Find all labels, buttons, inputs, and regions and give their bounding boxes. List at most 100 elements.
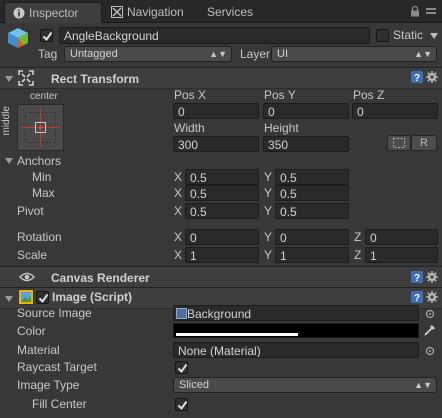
navigation-icon <box>111 4 123 18</box>
help-icon[interactable]: ? <box>411 71 423 86</box>
tag-value: Untagged <box>70 48 118 60</box>
height-field[interactable]: 350 <box>263 136 349 152</box>
image-enabled-checkbox[interactable] <box>36 291 49 304</box>
image-type-dropdown[interactable]: Sliced ▲▼ <box>173 377 437 393</box>
rotation-y-label: Y <box>264 230 273 244</box>
active-checkbox[interactable] <box>40 29 53 42</box>
scale-z-label: Z <box>354 248 362 262</box>
color-field[interactable] <box>173 323 419 338</box>
foldout-arrow-icon[interactable] <box>5 76 13 82</box>
help-icon[interactable]: ? <box>411 291 423 306</box>
min-x-field[interactable]: 0.5 <box>185 169 259 185</box>
lock-icon[interactable] <box>410 5 420 20</box>
layer-dropdown[interactable]: UI ▲▼ <box>271 46 437 62</box>
rect-transform-icon <box>18 70 34 89</box>
scale-z-field[interactable]: 1 <box>365 247 438 263</box>
foldout-arrow-icon[interactable] <box>5 296 13 302</box>
min-x-label: X <box>174 170 183 184</box>
material-field[interactable]: None (Material) <box>173 342 419 358</box>
layer-value: UI <box>277 48 288 60</box>
max-y-field[interactable]: 0.5 <box>275 185 349 201</box>
rotation-x-field[interactable]: 0 <box>185 229 259 245</box>
color-label: Color <box>17 324 46 338</box>
chevron-down-icon: ▲▼ <box>414 380 432 390</box>
tab-services-label: Services <box>207 5 254 19</box>
width-field[interactable]: 300 <box>173 136 259 152</box>
eye-icon <box>19 271 35 286</box>
min-y-label: Y <box>264 170 273 184</box>
blueprint-mode-button[interactable] <box>387 135 411 151</box>
anchors-foldout-icon[interactable] <box>5 158 13 164</box>
pivot-x-field[interactable]: 0.5 <box>185 203 259 219</box>
scale-x-field[interactable]: 1 <box>185 247 259 263</box>
pivot-x-label: X <box>174 204 183 218</box>
scale-label: Scale <box>17 248 48 262</box>
svg-text:?: ? <box>414 73 420 83</box>
help-icon[interactable]: ? <box>411 271 423 286</box>
tab-inspector[interactable]: Inspector <box>4 2 102 23</box>
raycast-target-checkbox[interactable] <box>175 361 188 374</box>
tab-bar: Inspector Navigation Services <box>0 0 442 23</box>
object-name-input[interactable]: AngleBackground <box>59 27 370 44</box>
raw-edit-label: R <box>420 137 428 149</box>
layer-label: Layer <box>240 47 271 61</box>
rect-transform-title: Rect Transform <box>51 72 140 86</box>
image-type-label: Image Type <box>17 378 80 392</box>
rotation-x-label: X <box>174 230 183 244</box>
tab-inspector-label: Inspector <box>29 6 79 20</box>
source-image-field[interactable]: Background <box>173 305 419 321</box>
pos-y-label: Pos Y <box>264 88 296 102</box>
anchor-preset-h-label: center <box>30 91 58 102</box>
sprite-icon <box>176 307 187 320</box>
raycast-target-label: Raycast Target <box>17 360 97 374</box>
max-x-field[interactable]: 0.5 <box>185 185 259 201</box>
pivot-label: Pivot <box>17 204 44 218</box>
chevron-down-icon: ▲▼ <box>414 49 432 59</box>
object-picker-icon[interactable] <box>425 345 435 359</box>
scale-x-label: X <box>174 248 183 262</box>
scale-y-label: Y <box>264 248 273 262</box>
source-image-value: Background <box>187 307 252 321</box>
pos-z-field[interactable]: 0 <box>352 103 438 119</box>
pos-y-field[interactable]: 0 <box>263 103 349 119</box>
window-menu-icon[interactable] <box>426 6 436 20</box>
material-label: Material <box>17 343 60 357</box>
static-dropdown-arrow-icon[interactable] <box>430 33 438 39</box>
chevron-down-icon: ▲▼ <box>209 49 227 59</box>
svg-text:?: ? <box>414 273 420 283</box>
object-picker-icon[interactable] <box>425 308 435 322</box>
gear-icon[interactable] <box>426 71 438 86</box>
blueprint-icon <box>393 138 405 148</box>
width-label: Width <box>174 121 205 135</box>
gear-icon[interactable] <box>426 271 438 286</box>
image-type-value: Sliced <box>179 379 209 391</box>
gameobject-icon <box>7 27 29 52</box>
canvas-renderer-title: Canvas Renderer <box>51 271 150 285</box>
gear-icon[interactable] <box>426 291 438 306</box>
rotation-z-label: Z <box>354 230 362 244</box>
pivot-y-field[interactable]: 0.5 <box>275 203 349 219</box>
min-y-field[interactable]: 0.5 <box>275 169 349 185</box>
source-image-label: Source Image <box>17 306 92 320</box>
tab-navigation-label: Navigation <box>127 5 184 19</box>
pos-z-label: Pos Z <box>353 88 385 102</box>
tab-navigation[interactable]: Navigation <box>108 2 198 22</box>
rotation-y-field[interactable]: 0 <box>275 229 349 245</box>
scale-y-field[interactable]: 1 <box>275 247 349 263</box>
static-label: Static <box>393 28 424 42</box>
fill-center-checkbox[interactable] <box>175 398 188 411</box>
tag-dropdown[interactable]: Untagged ▲▼ <box>64 46 232 62</box>
fill-center-label: Fill Center <box>32 397 87 411</box>
eyedropper-icon[interactable] <box>423 323 436 340</box>
static-checkbox[interactable] <box>376 29 389 42</box>
rotation-z-field[interactable]: 0 <box>365 229 438 245</box>
anchor-preset-v-label: middle <box>1 106 12 136</box>
raw-edit-button[interactable]: R <box>411 135 437 151</box>
max-x-label: X <box>174 186 183 200</box>
height-label: Height <box>264 121 299 135</box>
anchors-label: Anchors <box>17 154 62 168</box>
tab-services[interactable]: Services <box>207 2 267 22</box>
anchor-preset-button[interactable] <box>17 104 64 154</box>
pos-x-field[interactable]: 0 <box>173 103 259 119</box>
min-label: Min <box>32 170 52 184</box>
